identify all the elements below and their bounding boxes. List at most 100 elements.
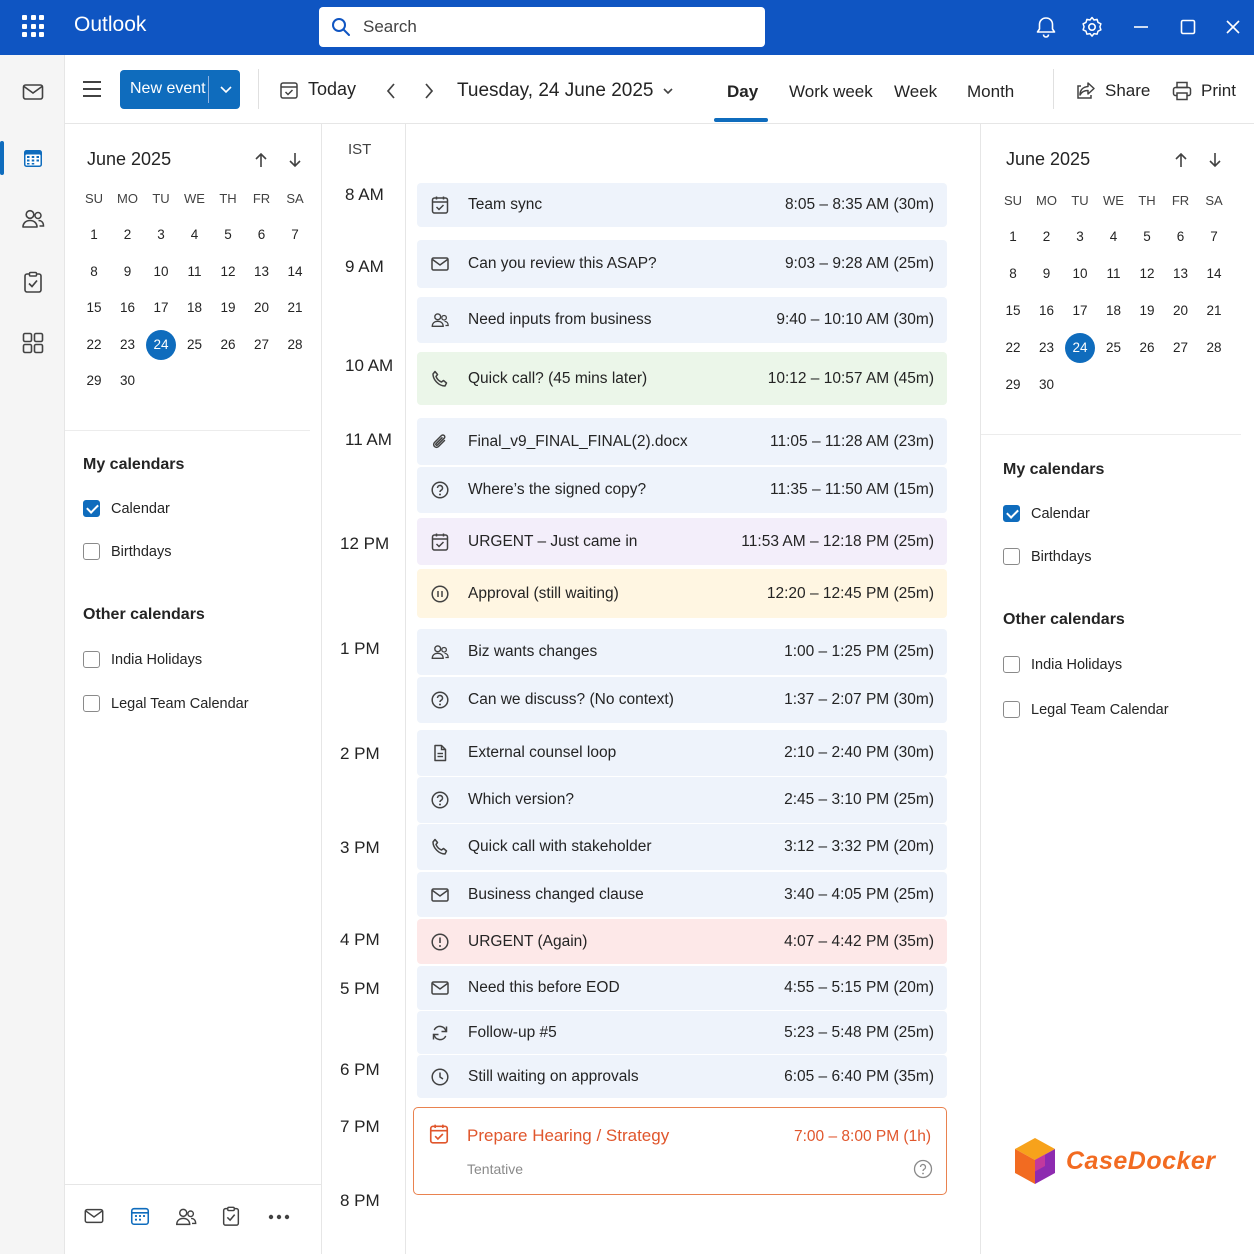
app-launcher-icon[interactable] bbox=[22, 15, 44, 37]
mini-calendar-day[interactable]: 7 bbox=[280, 220, 310, 250]
tab-work-week[interactable]: Work week bbox=[789, 82, 873, 102]
mini-calendar-day[interactable]: 10 bbox=[1065, 259, 1095, 289]
calendar-event[interactable]: Can you review this ASAP? 9:03 – 9:28 AM … bbox=[417, 240, 947, 288]
mini-calendar-day[interactable]: 6 bbox=[1166, 222, 1196, 252]
mini-calendar-day[interactable]: 11 bbox=[1099, 259, 1129, 289]
calendar-event[interactable]: Business changed clause 3:40 – 4:05 PM (2… bbox=[417, 872, 947, 917]
mini-calendar-day[interactable]: 4 bbox=[1099, 222, 1129, 252]
mini-calendar-day[interactable]: 28 bbox=[280, 330, 310, 360]
mini-calendar-day[interactable]: 18 bbox=[1099, 296, 1129, 326]
calendar-event[interactable]: Biz wants changes 1:00 – 1:25 PM (25m) bbox=[417, 629, 947, 675]
calendar-event[interactable]: Follow-up #5 5:23 – 5:48 PM (25m) bbox=[417, 1011, 947, 1054]
print-button[interactable]: Print bbox=[1171, 80, 1236, 102]
mini-calendar-day[interactable]: 13 bbox=[1166, 259, 1196, 289]
calendar-event[interactable]: Final_v9_FINAL_FINAL(2).docx 11:05 – 11:2… bbox=[417, 418, 947, 465]
mini-calendar-day-selected[interactable]: 24 bbox=[146, 329, 176, 360]
mini-calendar-day[interactable]: 27 bbox=[1166, 333, 1196, 363]
mini-calendar-day[interactable]: 3 bbox=[1065, 222, 1095, 252]
mini-calendar-day[interactable]: 26 bbox=[1132, 333, 1162, 363]
mini-calendar-day[interactable]: 22 bbox=[79, 330, 109, 360]
mini-calendar-day[interactable]: 21 bbox=[280, 293, 310, 323]
checkbox[interactable] bbox=[1003, 656, 1020, 673]
arrow-down-icon[interactable] bbox=[287, 151, 303, 169]
chevron-down-icon[interactable] bbox=[218, 81, 234, 97]
mini-calendar-month-title[interactable]: June 2025 bbox=[87, 149, 171, 170]
mini-calendar-day[interactable]: 13 bbox=[247, 257, 277, 287]
mini-calendar-month-title[interactable]: June 2025 bbox=[1006, 149, 1090, 170]
arrow-up-icon[interactable] bbox=[1173, 151, 1189, 169]
mini-calendar-day[interactable]: 12 bbox=[1132, 259, 1162, 289]
tab-day[interactable]: Day bbox=[727, 82, 758, 102]
checkbox-checked[interactable] bbox=[83, 500, 100, 517]
mini-calendar-day[interactable]: 8 bbox=[998, 259, 1028, 289]
arrow-down-icon[interactable] bbox=[1207, 151, 1223, 169]
mini-calendar-day[interactable]: 17 bbox=[1065, 296, 1095, 326]
mini-calendar-day[interactable]: 28 bbox=[1199, 333, 1229, 363]
mini-calendar-day[interactable]: 30 bbox=[113, 366, 143, 396]
calendar-event[interactable]: Where’s the signed copy? 11:35 – 11:50 AM… bbox=[417, 467, 947, 513]
hamburger-menu-icon[interactable] bbox=[83, 81, 101, 102]
mini-calendar-day[interactable]: 2 bbox=[113, 220, 143, 250]
mail-icon[interactable] bbox=[83, 1205, 105, 1227]
mini-calendar-day[interactable]: 3 bbox=[146, 220, 176, 250]
calendar-toggle-birthdays[interactable]: Birthdays bbox=[1003, 548, 1091, 565]
mini-calendar-day-selected[interactable]: 24 bbox=[1065, 333, 1095, 363]
mini-calendar-day[interactable]: 25 bbox=[180, 330, 210, 360]
mini-calendar-day[interactable]: 17 bbox=[146, 293, 176, 323]
calendar-event[interactable]: URGENT – Just came in 11:53 AM – 12:18 PM… bbox=[417, 518, 947, 565]
mini-calendar-day[interactable]: 14 bbox=[1199, 259, 1229, 289]
calendar-event[interactable]: Need inputs from business 9:40 – 10:10 AM… bbox=[417, 297, 947, 343]
mini-calendar-day[interactable]: 15 bbox=[79, 293, 109, 323]
mini-calendar-day[interactable]: 1 bbox=[998, 222, 1028, 252]
tab-month[interactable]: Month bbox=[967, 82, 1014, 102]
mini-calendar-day[interactable]: 10 bbox=[146, 257, 176, 287]
mini-calendar-day[interactable]: 14 bbox=[280, 257, 310, 287]
mini-calendar-day[interactable]: 11 bbox=[180, 257, 210, 287]
clipboard-check-icon[interactable] bbox=[220, 1205, 242, 1227]
calendar-toggle-calendar[interactable]: Calendar bbox=[1003, 505, 1090, 522]
mini-calendar-day[interactable]: 4 bbox=[180, 220, 210, 250]
calendar-event[interactable]: Quick call? (45 mins later) 10:12 – 10:57… bbox=[417, 352, 947, 405]
mini-calendar-day[interactable]: 6 bbox=[247, 220, 277, 250]
bell-icon[interactable] bbox=[1033, 14, 1059, 40]
search-input[interactable] bbox=[363, 15, 743, 39]
mini-calendar-day[interactable]: 19 bbox=[1132, 296, 1162, 326]
calendar-toggle-india-holidays[interactable]: India Holidays bbox=[83, 651, 202, 668]
calendar-event[interactable]: Which version? 2:45 – 3:10 PM (25m) bbox=[417, 777, 947, 823]
date-picker-button[interactable]: Tuesday, 24 June 2025 bbox=[457, 80, 675, 102]
gear-icon[interactable] bbox=[1079, 14, 1105, 40]
mini-calendar-day[interactable]: 30 bbox=[1032, 370, 1062, 400]
mini-calendar-day[interactable]: 21 bbox=[1199, 296, 1229, 326]
search-box[interactable] bbox=[319, 7, 765, 47]
calendar-event[interactable]: Can we discuss? (No context) 1:37 – 2:07 … bbox=[417, 677, 947, 723]
rail-todo[interactable] bbox=[0, 260, 65, 304]
mini-calendar-day[interactable]: 16 bbox=[113, 293, 143, 323]
rail-people[interactable] bbox=[0, 197, 65, 241]
mini-calendar-day[interactable]: 15 bbox=[998, 296, 1028, 326]
mini-calendar-day[interactable]: 26 bbox=[213, 330, 243, 360]
mini-calendar-day[interactable]: 23 bbox=[113, 330, 143, 360]
more-options-icon[interactable] bbox=[267, 1213, 291, 1221]
calendar-toggle-india-holidays[interactable]: India Holidays bbox=[1003, 656, 1122, 673]
calendar-event[interactable]: Need this before EOD 4:55 – 5:15 PM (20m) bbox=[417, 966, 947, 1010]
mini-calendar-day[interactable]: 9 bbox=[113, 257, 143, 287]
calendar-toggle-birthdays[interactable]: Birthdays bbox=[83, 543, 171, 560]
mini-calendar-day[interactable]: 19 bbox=[213, 293, 243, 323]
share-button[interactable]: Share bbox=[1075, 80, 1150, 102]
mini-calendar-day[interactable]: 29 bbox=[79, 366, 109, 396]
mini-calendar-day[interactable]: 20 bbox=[1166, 296, 1196, 326]
calendar-event[interactable]: Approval (still waiting) 12:20 – 12:45 PM… bbox=[417, 569, 947, 618]
today-button[interactable]: Today bbox=[279, 79, 356, 100]
calendar-event[interactable]: URGENT (Again) 4:07 – 4:42 PM (35m) bbox=[417, 919, 947, 964]
mini-calendar-day[interactable]: 1 bbox=[79, 220, 109, 250]
calendar-event[interactable]: Still waiting on approvals 6:05 – 6:40 PM… bbox=[417, 1055, 947, 1098]
chevron-right-icon[interactable] bbox=[421, 81, 437, 101]
question-icon[interactable] bbox=[913, 1159, 933, 1179]
mini-calendar-day[interactable]: 20 bbox=[247, 293, 277, 323]
tentative-event[interactable]: Prepare Hearing / Strategy 7:00 – 8:00 PM… bbox=[413, 1107, 947, 1195]
mini-calendar-day[interactable]: 27 bbox=[247, 330, 277, 360]
mini-calendar-day[interactable]: 16 bbox=[1032, 296, 1062, 326]
rail-apps[interactable] bbox=[0, 321, 65, 365]
mini-calendar-day[interactable]: 23 bbox=[1032, 333, 1062, 363]
calendar-toggle-calendar[interactable]: Calendar bbox=[83, 500, 170, 517]
